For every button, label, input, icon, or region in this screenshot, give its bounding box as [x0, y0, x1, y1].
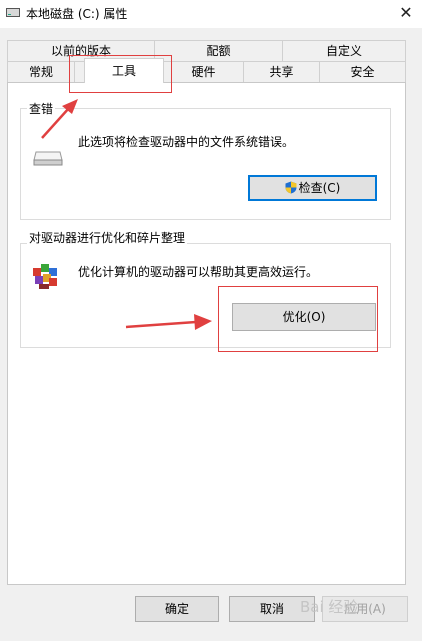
ok-button[interactable]: 确定 — [135, 596, 219, 622]
annotation-arrows — [41, 99, 212, 330]
tab-tools[interactable]: 工具 — [84, 58, 164, 83]
watermark: Bai 经验 — [300, 598, 359, 616]
